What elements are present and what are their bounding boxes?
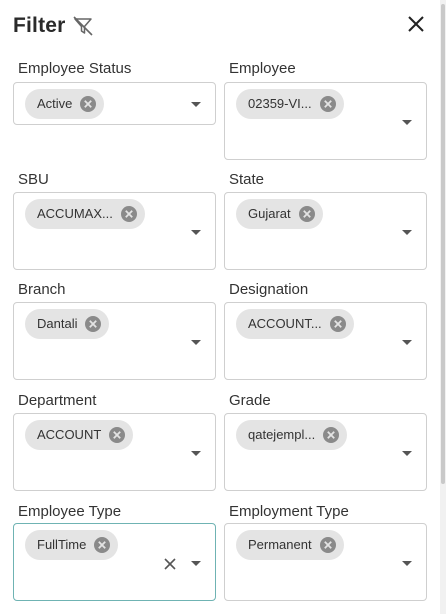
employee-type-chip-label: FullTime	[37, 537, 87, 552]
scrollbar-thumb[interactable]	[441, 4, 445, 484]
employment-type-select[interactable]: Permanent	[224, 523, 427, 601]
chip-remove-icon[interactable]	[79, 95, 97, 113]
department-label: Department	[18, 392, 97, 409]
dropdown-caret-icon[interactable]	[191, 102, 201, 107]
employee-label: Employee	[229, 60, 296, 77]
employee-type-chip: FullTime	[25, 530, 119, 560]
chip-remove-icon[interactable]	[120, 205, 138, 223]
designation-chip: ACCOUNT...	[236, 309, 354, 339]
state-select[interactable]: Gujarat	[224, 192, 427, 270]
employee-status-chip: Active	[25, 89, 105, 119]
employee-chip-label: 02359-VI...	[248, 96, 312, 111]
dropdown-caret-icon[interactable]	[191, 230, 201, 235]
chip-remove-icon[interactable]	[93, 536, 111, 554]
dropdown-caret-icon[interactable]	[191, 340, 201, 345]
department-select[interactable]: ACCOUNT	[13, 413, 216, 491]
chip-remove-icon[interactable]	[329, 315, 347, 333]
employee-type-select[interactable]: FullTime	[13, 523, 216, 601]
employee-status-label: Employee Status	[18, 60, 132, 77]
state-label: State	[229, 171, 265, 188]
employee-status-chip-label: Active	[37, 96, 73, 111]
dropdown-caret-icon[interactable]	[191, 451, 201, 456]
clear-selection-icon[interactable]	[163, 557, 177, 571]
chip-remove-icon[interactable]	[319, 536, 337, 554]
filter-header: Filter	[0, 0, 446, 52]
designation-select[interactable]: ACCOUNT...	[224, 302, 427, 380]
dropdown-caret-icon[interactable]	[402, 340, 412, 345]
state-chip: Gujarat	[236, 199, 323, 229]
panel-title: Filter	[13, 14, 66, 37]
dropdown-caret-icon[interactable]	[402, 120, 412, 125]
close-icon[interactable]	[405, 13, 427, 35]
branch-label: Branch	[18, 281, 66, 298]
chip-remove-icon[interactable]	[298, 205, 316, 223]
employee-type-label: Employee Type	[18, 503, 122, 520]
dropdown-caret-icon[interactable]	[191, 561, 201, 566]
sbu-select[interactable]: ACCUMAX...	[13, 192, 216, 270]
dropdown-caret-icon[interactable]	[402, 230, 412, 235]
chip-remove-icon[interactable]	[108, 426, 126, 444]
grade-label: Grade	[229, 392, 271, 409]
department-chip-label: ACCOUNT	[37, 427, 102, 442]
sbu-chip: ACCUMAX...	[25, 199, 145, 229]
dropdown-caret-icon[interactable]	[402, 561, 412, 566]
employee-chip: 02359-VI...	[236, 89, 344, 119]
employment-type-chip-label: Permanent	[248, 537, 312, 552]
employee-select[interactable]: 02359-VI...	[224, 82, 427, 160]
grade-select[interactable]: qatejempl...	[224, 413, 427, 491]
state-chip-label: Gujarat	[248, 206, 291, 221]
grade-chip-label: qatejempl...	[248, 427, 316, 442]
department-chip: ACCOUNT	[25, 420, 134, 450]
sbu-label: SBU	[18, 171, 49, 188]
grade-chip: qatejempl...	[236, 420, 348, 450]
branch-chip-label: Dantali	[37, 316, 78, 331]
designation-label: Designation	[229, 281, 309, 298]
filter-clear-icon[interactable]	[72, 15, 94, 37]
employee-status-select[interactable]: Active	[13, 82, 216, 125]
branch-select[interactable]: Dantali	[13, 302, 216, 380]
dropdown-caret-icon[interactable]	[402, 451, 412, 456]
chip-remove-icon[interactable]	[322, 426, 340, 444]
chip-remove-icon[interactable]	[319, 95, 337, 113]
chip-remove-icon[interactable]	[84, 315, 102, 333]
sbu-chip-label: ACCUMAX...	[37, 206, 113, 221]
employment-type-label: Employment Type	[229, 503, 349, 520]
designation-chip-label: ACCOUNT...	[248, 316, 322, 331]
branch-chip: Dantali	[25, 309, 110, 339]
employment-type-chip: Permanent	[236, 530, 344, 560]
